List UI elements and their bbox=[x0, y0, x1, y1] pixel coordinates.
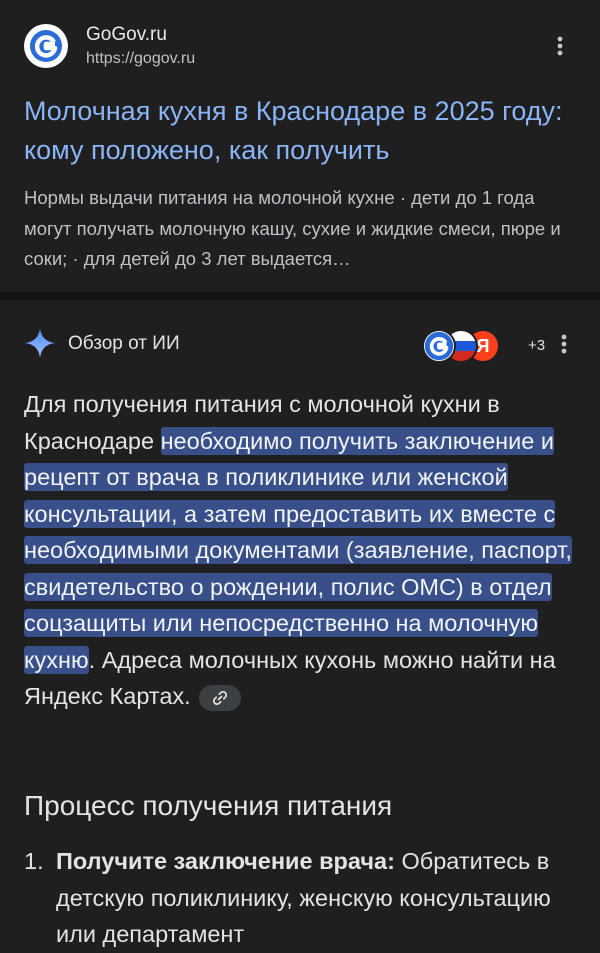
search-result: GoGov.ru https://gogov.ru Молочная кухня… bbox=[0, 0, 600, 292]
site-name: GoGov.ru bbox=[86, 24, 167, 45]
site-url: https://gogov.ru bbox=[86, 50, 196, 67]
step-number: 1. bbox=[24, 848, 44, 874]
more-options-button[interactable] bbox=[544, 30, 576, 62]
source-link-button[interactable] bbox=[198, 684, 241, 711]
answer-tail: . Адреса молочных кухонь можно найти на … bbox=[24, 646, 556, 710]
site-info[interactable]: GoGov.ru https://gogov.ru bbox=[24, 20, 576, 74]
source-count: +3 bbox=[528, 337, 546, 354]
answer-highlight[interactable]: необходимо получить заключение и рецепт … bbox=[24, 426, 572, 674]
gogov-logo-icon bbox=[24, 24, 68, 68]
result-snippet: Нормы выдачи питания на молочной кухне ·… bbox=[24, 187, 561, 269]
step-title: Получите заключение врача: bbox=[56, 848, 395, 874]
gogov-source-icon bbox=[422, 329, 456, 363]
section-divider bbox=[0, 292, 600, 300]
more-vertical-icon bbox=[561, 334, 567, 354]
ai-overview-title: Обзор от ИИ bbox=[68, 333, 180, 354]
source-avatars[interactable]: Я +3 bbox=[422, 327, 545, 363]
overview-more-button[interactable] bbox=[548, 327, 580, 361]
gemini-sparkle-icon bbox=[25, 328, 55, 358]
more-vertical-icon bbox=[557, 36, 563, 56]
ai-overview-header: Обзор от ИИ Я +3 bbox=[24, 325, 580, 365]
step-body: Получите заключение врача: Обратитесь в … bbox=[56, 843, 580, 953]
result-title-link[interactable]: Молочная кухня в Краснодаре в 2025 году:… bbox=[24, 92, 580, 170]
ai-answer-text: Для получения питания с молочной кухни в… bbox=[24, 386, 580, 715]
section-heading: Процесс получения питания bbox=[24, 790, 393, 821]
link-icon bbox=[212, 690, 227, 705]
